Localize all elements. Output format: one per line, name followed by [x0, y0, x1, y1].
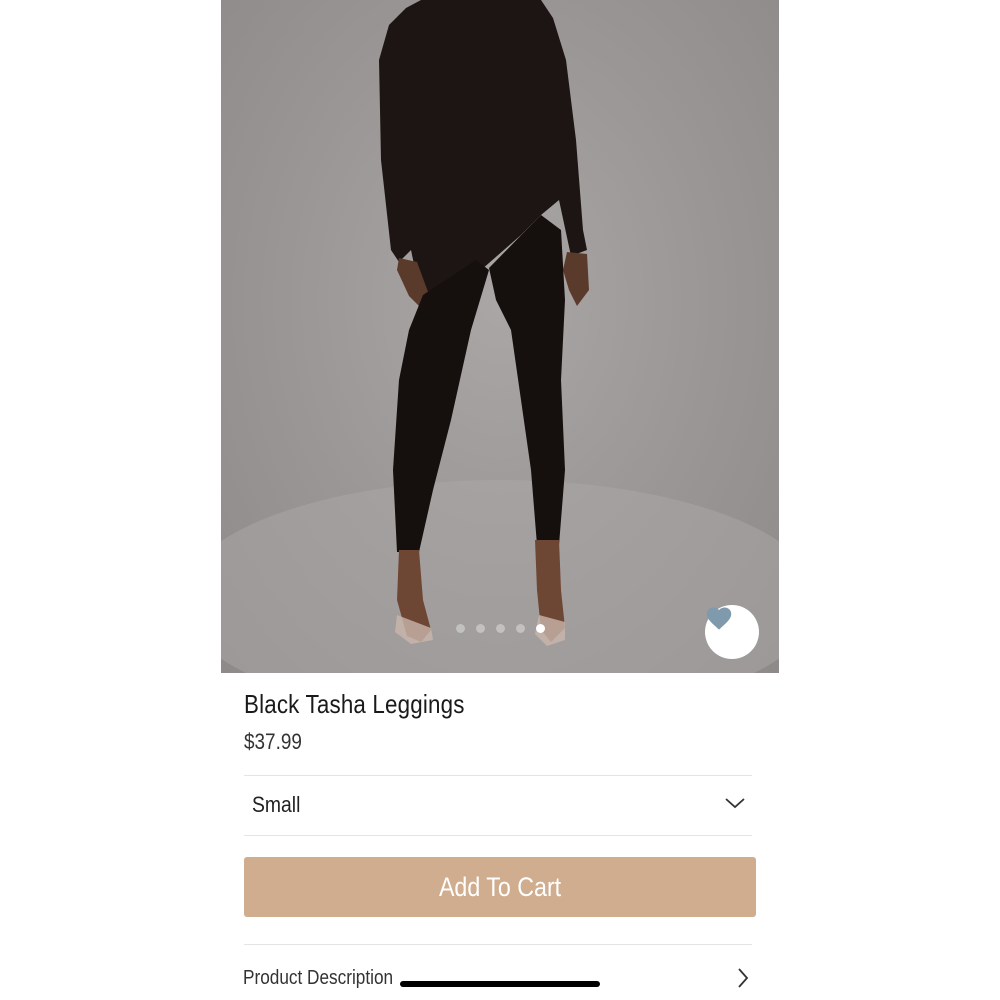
carousel-dot[interactable]	[515, 624, 525, 633]
product-image-carousel[interactable]	[221, 0, 779, 673]
size-select-value: Small	[252, 792, 301, 817]
carousel-dot[interactable]	[455, 624, 465, 633]
heart-icon	[706, 607, 732, 630]
product-photo	[221, 0, 779, 673]
product-price: $37.99	[244, 729, 302, 754]
chevron-down-icon	[725, 798, 745, 809]
divider	[244, 944, 752, 945]
favorite-button[interactable]	[705, 605, 759, 659]
size-select[interactable]: Small	[244, 776, 752, 834]
home-indicator[interactable]	[400, 981, 600, 987]
add-to-cart-label: Add To Cart	[438, 871, 562, 902]
product-title: Black Tasha Leggings	[244, 689, 465, 719]
product-description-row[interactable]: Product Description	[243, 955, 755, 1000]
add-to-cart-button[interactable]: Add To Cart	[244, 857, 756, 917]
divider	[244, 835, 752, 836]
carousel-dots[interactable]	[221, 624, 779, 634]
carousel-dot[interactable]	[475, 624, 485, 633]
carousel-dot[interactable]	[495, 624, 505, 633]
product-description-label: Product Description	[243, 967, 394, 989]
carousel-dot-active[interactable]	[535, 624, 545, 633]
product-screen: Black Tasha Leggings $37.99 Small Add To…	[221, 0, 779, 1000]
chevron-right-icon	[738, 968, 749, 988]
